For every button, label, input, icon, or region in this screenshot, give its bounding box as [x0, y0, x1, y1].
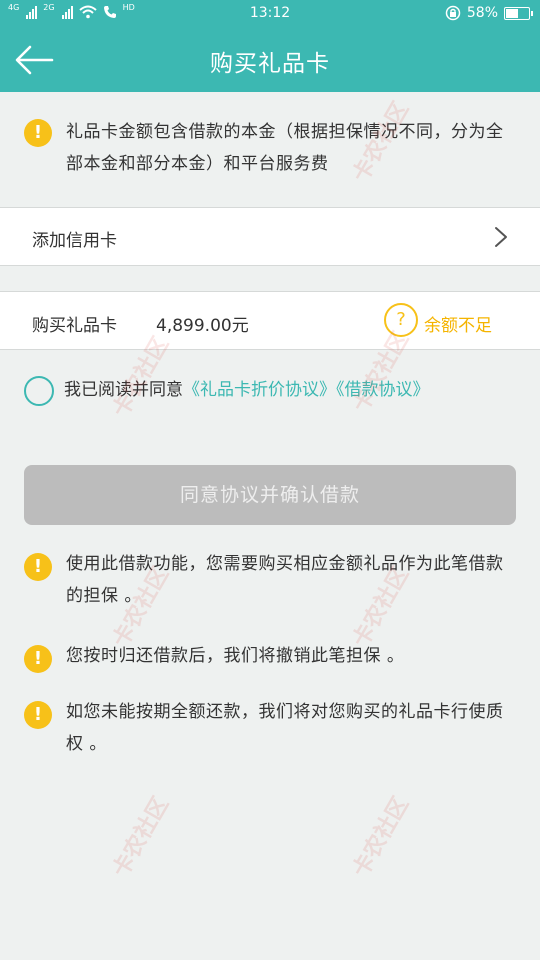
note-text: 如您未能按期全额还款，我们将对您购买的礼品卡行使质权 。 [66, 702, 504, 754]
page-title: 购买礼品卡 [210, 51, 330, 77]
lock-rotation-icon [445, 5, 461, 21]
purchase-label: 购买礼品卡 [32, 316, 117, 336]
chevron-right-icon [495, 227, 507, 247]
warning-icon: ! [24, 645, 52, 673]
help-icon[interactable]: ? [384, 303, 418, 337]
battery-percent: 58% [466, 5, 498, 21]
warning-icon: ! [24, 119, 52, 147]
purchase-gift-card-row: 购买礼品卡 4,899.00元 ? 余额不足 [0, 291, 540, 350]
confirm-loan-button[interactable]: 同意协议并确认借款 [24, 465, 516, 525]
status-bar: 4G 2G HD 13:12 58% [0, 0, 540, 28]
watermark: 卡农社区 [108, 792, 175, 882]
note-text: 使用此借款功能，您需要购买相应金额礼品作为此笔借款的担保 。 [66, 554, 504, 606]
note-text: 您按时归还借款后，我们将撤销此笔担保 。 [66, 646, 405, 666]
warning-icon: ! [24, 701, 52, 729]
purchase-amount: 4,899.00元 [156, 316, 249, 336]
battery-icon [504, 6, 533, 20]
notice-top: ! 礼品卡金额包含借款的本金（根据担保情况不同，分为全部本金和部分本金）和平台服… [0, 92, 540, 207]
agreement-prefix: 我已阅读并同意 [64, 380, 183, 400]
notice-top-text: 礼品卡金额包含借款的本金（根据担保情况不同，分为全部本金和部分本金）和平台服务费 [66, 122, 504, 174]
add-credit-card-row[interactable]: 添加信用卡 [0, 207, 540, 266]
gift-card-discount-agreement-link[interactable]: 《礼品卡折价协议》 [183, 380, 336, 400]
insufficient-balance-status: 余额不足 [424, 316, 492, 336]
loan-agreement-link[interactable]: 《借款协议》 [336, 380, 430, 400]
add-credit-card-label: 添加信用卡 [32, 231, 117, 251]
agreement-text: 我已阅读并同意《礼品卡折价协议》《借款协议》 [64, 374, 504, 406]
agreement-checkbox[interactable] [24, 376, 54, 406]
status-right: 58% [445, 5, 533, 21]
watermark: 卡农社区 [348, 792, 415, 882]
warning-icon: ! [24, 553, 52, 581]
nav-bar: 购买礼品卡 [0, 28, 540, 92]
